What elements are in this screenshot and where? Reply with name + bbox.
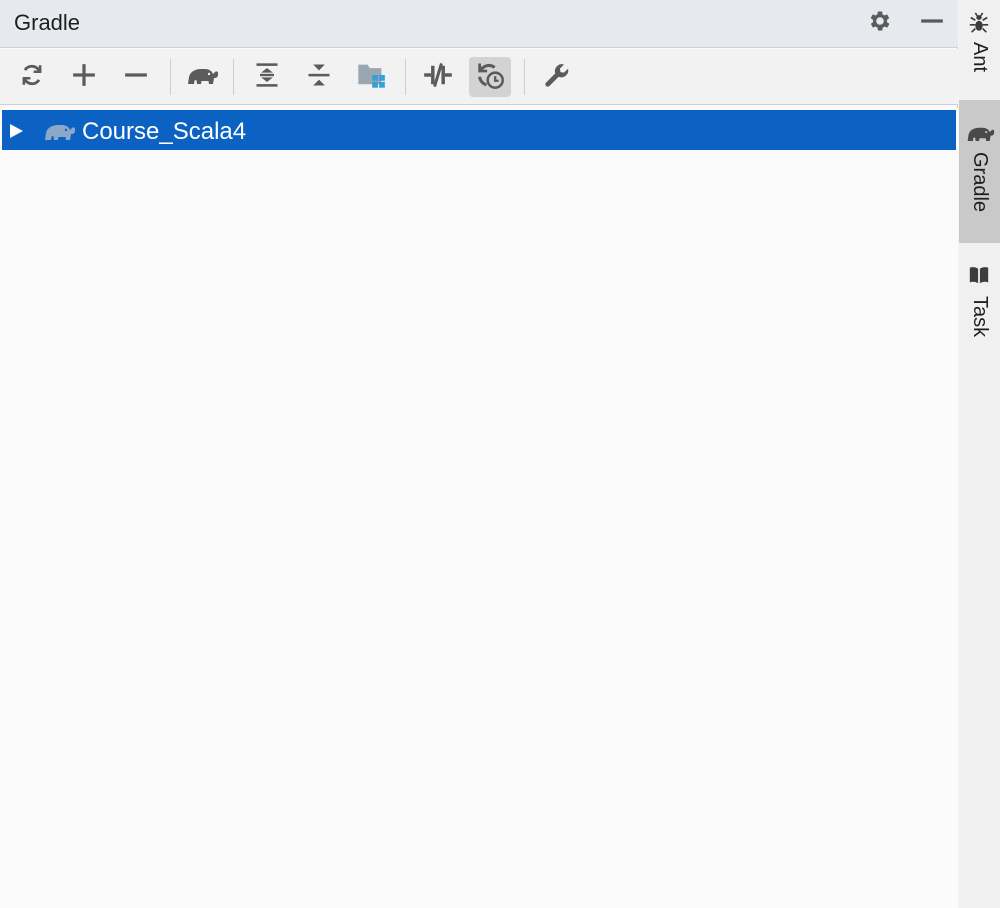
side-tab-label: Gradle — [969, 152, 991, 213]
collapse-all-icon — [305, 61, 333, 94]
link-project-button[interactable] — [63, 57, 105, 97]
collapse-all-button[interactable] — [298, 57, 340, 97]
right-tool-strip: Ant Gradle Task — [959, 0, 1000, 908]
toolbar-separator — [170, 59, 171, 95]
minimize-button[interactable] — [918, 9, 946, 37]
side-tab-gradle[interactable]: Gradle — [959, 100, 1000, 243]
unlink-project-button[interactable] — [115, 57, 157, 97]
gradle-panel: Gradle Course_Scala4 — [0, 0, 958, 908]
toolbar-separator — [524, 59, 525, 95]
execute-task-button[interactable] — [181, 57, 223, 97]
side-tab-ant[interactable]: Ant — [959, 0, 1000, 94]
plus-icon — [71, 62, 97, 93]
elephant-icon — [185, 62, 219, 93]
minus-icon — [123, 62, 149, 93]
elephant-icon — [42, 118, 76, 149]
toolbar — [0, 49, 958, 105]
tree-item-label: Course_Scala4 — [82, 118, 247, 145]
side-tab-label: Task — [969, 296, 991, 338]
wrench-icon — [543, 61, 571, 94]
folder-modules-icon — [356, 61, 386, 94]
tree-row-course-scala4[interactable]: Course_Scala4 — [2, 110, 956, 150]
panel-title: Gradle — [14, 10, 81, 35]
toggle-offline-button[interactable] — [417, 57, 459, 97]
refresh-clock-icon — [475, 60, 505, 95]
toolbar-separator — [405, 59, 406, 95]
expand-all-button[interactable] — [246, 57, 288, 97]
offline-icon — [423, 61, 453, 94]
gradle-tool-window: Gradle Course_Scala4 Ant Gradle Task — [0, 0, 1000, 908]
auto-reload-button[interactable] — [469, 57, 511, 97]
elephant-icon — [965, 122, 995, 149]
side-tab-label: Ant — [969, 42, 991, 73]
ant-icon — [968, 12, 990, 39]
title-bar: Gradle — [0, 0, 958, 48]
gear-icon — [867, 8, 893, 39]
expand-all-icon — [253, 61, 281, 94]
book-icon — [968, 264, 990, 291]
settings-button[interactable] — [866, 9, 894, 37]
expand-arrow-icon[interactable] — [8, 123, 24, 144]
projects-tree: Course_Scala4 — [0, 108, 958, 908]
side-tab-task[interactable]: Task — [959, 250, 1000, 360]
project-structure-button[interactable] — [350, 57, 392, 97]
reload-button[interactable] — [11, 57, 53, 97]
build-tool-settings-button[interactable] — [536, 57, 578, 97]
minus-icon — [919, 8, 945, 39]
refresh-icon — [19, 62, 45, 93]
toolbar-separator — [233, 59, 234, 95]
